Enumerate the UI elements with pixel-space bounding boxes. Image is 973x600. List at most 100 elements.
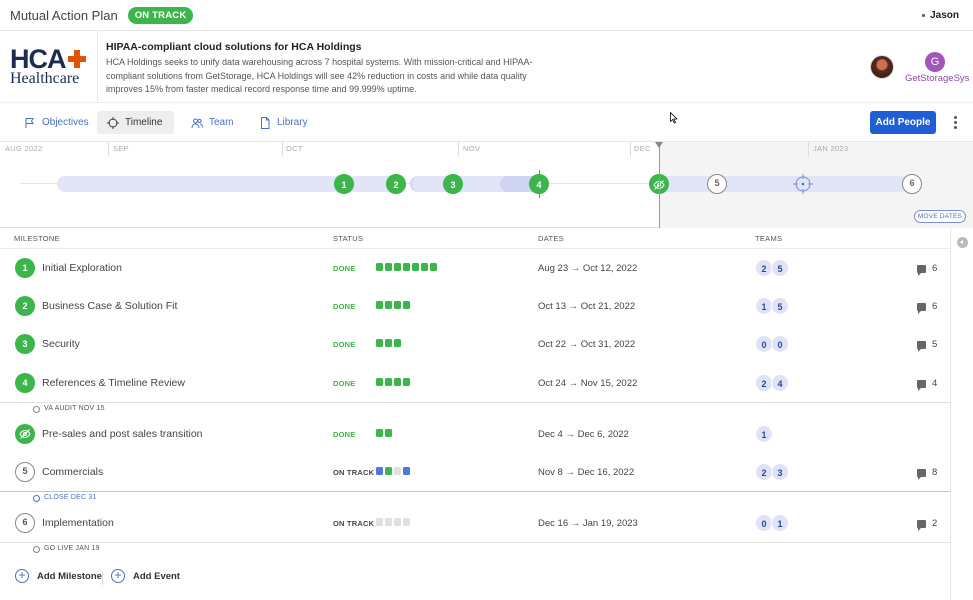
milestone-number: 1 xyxy=(15,258,35,278)
milestone-name[interactable]: Implementation xyxy=(42,517,114,529)
timeline-tick xyxy=(108,142,109,156)
event-va-audit[interactable]: VA AUDIT NOV 15 xyxy=(0,402,950,416)
milestone-name[interactable]: Pre-sales and post sales transition xyxy=(42,428,203,440)
user-menu[interactable]: Jason xyxy=(922,10,959,21)
comments[interactable]: 8 xyxy=(917,467,937,480)
milestone-status: DONE xyxy=(333,302,356,311)
timeline-month: SEP xyxy=(113,144,129,153)
team-chips[interactable]: 01 xyxy=(755,514,789,532)
timeline-month: OCT xyxy=(286,144,303,153)
close-target-icon[interactable] xyxy=(793,174,813,194)
tab-timeline[interactable]: Timeline xyxy=(97,111,174,134)
task-progress xyxy=(376,263,437,271)
comments[interactable]: 4 xyxy=(917,378,937,391)
comment-icon xyxy=(917,468,926,480)
milestone-dates: Dec 16 → Jan 19, 2023 xyxy=(538,518,638,529)
plus-icon: + xyxy=(111,569,125,583)
comments[interactable]: 2 xyxy=(917,518,937,531)
team-chips[interactable]: 25 xyxy=(755,259,789,277)
team-chips[interactable]: 23 xyxy=(755,463,789,481)
milestone-status: DONE xyxy=(333,430,356,439)
header-divider xyxy=(97,31,98,103)
add-event-button[interactable]: + Add Event xyxy=(111,569,180,583)
milestone-status: DONE xyxy=(333,340,356,349)
timeline-node-4[interactable]: 4 xyxy=(529,174,549,194)
vendor-avatar[interactable]: G xyxy=(925,52,945,72)
side-panel-rail xyxy=(950,229,973,600)
milestone-name[interactable]: Commercials xyxy=(42,466,103,478)
event-go-live[interactable]: GO LIVE JAN 19 xyxy=(0,542,950,556)
tab-objectives[interactable]: Objectives xyxy=(14,111,99,134)
timeline-node-1[interactable]: 1 xyxy=(334,174,354,194)
comments[interactable]: 6 xyxy=(917,301,937,314)
user-dot-icon xyxy=(922,13,926,17)
collapse-panel-icon[interactable] xyxy=(957,237,968,248)
today-marker-icon[interactable] xyxy=(655,142,663,148)
timeline-tick xyxy=(458,142,459,156)
timeline-node-6[interactable]: 6 xyxy=(902,174,922,194)
team-icon xyxy=(191,118,203,128)
flag-icon xyxy=(25,117,34,128)
table-row[interactable]: 6 Implementation ON TRACK Dec 16 → Jan 1… xyxy=(0,504,950,542)
timeline-strip: AUG 2022 SEP OCT NOV DEC JAN 2023 1 2 3 … xyxy=(0,142,973,228)
tab-team[interactable]: Team xyxy=(181,111,243,134)
table-row[interactable]: Pre-sales and post sales transition DONE… xyxy=(0,415,950,453)
add-milestone-button[interactable]: + Add Milestone xyxy=(15,569,102,583)
team-chips[interactable]: 15 xyxy=(755,297,789,315)
milestone-status: DONE xyxy=(333,264,356,273)
move-dates-button[interactable]: MOVE DATES xyxy=(914,210,966,223)
plan-description: HCA Holdings seeks to unify data warehou… xyxy=(106,57,533,94)
milestone-name[interactable]: References & Timeline Review xyxy=(42,377,185,389)
comment-icon xyxy=(917,379,926,391)
table-row[interactable]: 3 Security DONE Oct 22 → Oct 31, 2022 00… xyxy=(0,325,950,363)
timeline-node-5[interactable]: 5 xyxy=(707,174,727,194)
team-chips[interactable]: 24 xyxy=(755,374,789,392)
comments[interactable]: 5 xyxy=(917,339,937,352)
timeline-node-2[interactable]: 2 xyxy=(386,174,406,194)
today-line xyxy=(659,142,660,228)
table-row[interactable]: 4 References & Timeline Review DONE Oct … xyxy=(0,364,950,402)
header-teams: TEAMS xyxy=(755,234,783,243)
task-progress xyxy=(376,339,401,347)
more-options-icon[interactable] xyxy=(950,115,960,131)
table-row[interactable]: 2 Business Case & Solution Fit DONE Oct … xyxy=(0,287,950,325)
customer-avatar[interactable] xyxy=(870,55,894,79)
milestone-name[interactable]: Business Case & Solution Fit xyxy=(42,300,177,312)
milestone-table-header: MILESTONE STATUS DATES TEAMS xyxy=(0,229,950,249)
mouse-cursor-icon xyxy=(670,112,678,124)
table-row[interactable]: 1 Initial Exploration DONE Aug 23 → Oct … xyxy=(0,249,950,287)
logo-text-top: HCA xyxy=(10,44,66,74)
milestone-number: 2 xyxy=(15,296,35,316)
milestone-status: ON TRACK xyxy=(333,468,375,477)
header-status: STATUS xyxy=(333,234,364,243)
timeline-node-3[interactable]: 3 xyxy=(443,174,463,194)
tab-library[interactable]: Library xyxy=(249,111,318,134)
task-progress xyxy=(376,518,410,526)
comment-icon xyxy=(917,264,926,276)
plus-icon: + xyxy=(15,569,29,583)
plan-status-badge: ON TRACK xyxy=(127,6,194,24)
milestone-number: 3 xyxy=(15,334,35,354)
team-chips[interactable]: 00 xyxy=(755,335,789,353)
timeline-month: JAN 2023 xyxy=(813,144,849,153)
add-people-button[interactable]: Add People xyxy=(870,111,936,134)
timeline-band-1 xyxy=(57,176,347,192)
top-bar: Mutual Action Plan ON TRACK Jason xyxy=(0,0,973,31)
milestone-number: 6 xyxy=(15,513,35,533)
milestone-name[interactable]: Security xyxy=(42,338,80,350)
event-close[interactable]: CLOSE DEC 31 xyxy=(0,491,950,505)
event-icon xyxy=(33,495,40,502)
timeline-tick xyxy=(808,142,809,156)
logo-text-bottom: Healthcare xyxy=(10,70,80,87)
table-row[interactable]: 5 Commercials ON TRACK Nov 8 → Dec 16, 2… xyxy=(0,453,950,491)
user-name: Jason xyxy=(930,10,959,21)
timeline-month: AUG 2022 xyxy=(5,144,43,153)
team-chips[interactable]: 1 xyxy=(755,425,773,443)
task-progress xyxy=(376,467,410,475)
comments[interactable]: 6 xyxy=(917,263,937,276)
timeline-month: DEC xyxy=(634,144,651,153)
task-progress xyxy=(376,378,410,386)
plan-title: HIPAA-compliant cloud solutions for HCA … xyxy=(106,41,362,53)
table-footer: + Add Milestone + Add Event xyxy=(0,564,950,592)
milestone-name[interactable]: Initial Exploration xyxy=(42,262,122,274)
